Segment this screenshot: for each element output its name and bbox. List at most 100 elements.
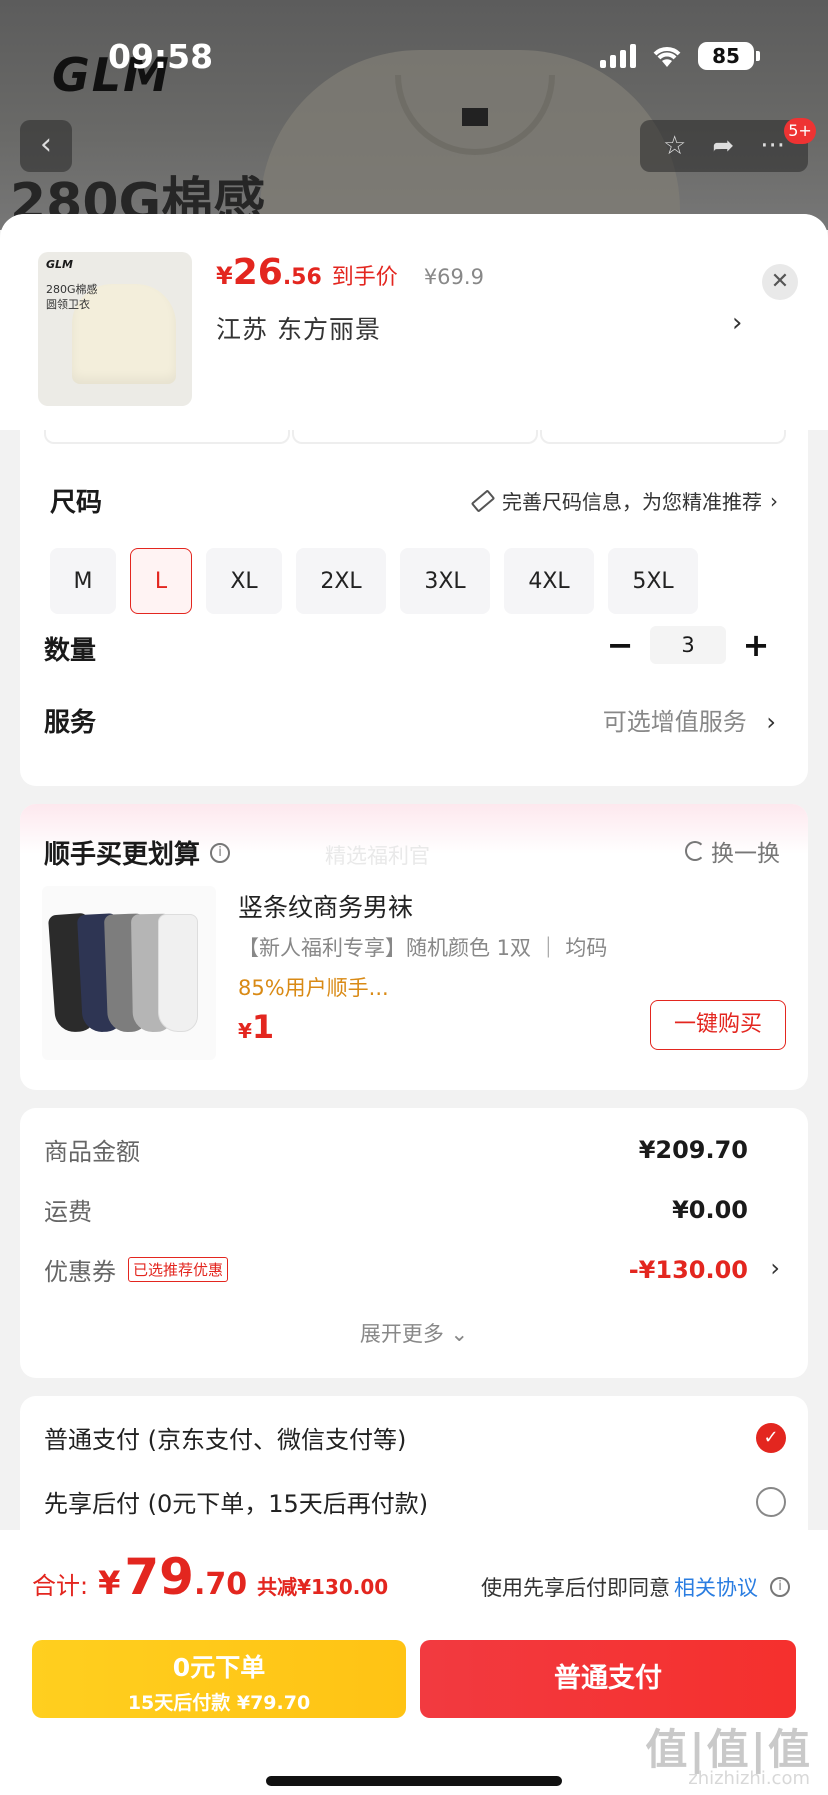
- back-button[interactable]: ‹: [20, 120, 72, 172]
- info-icon[interactable]: i: [770, 1577, 790, 1597]
- size-option-xl[interactable]: XL: [206, 548, 282, 614]
- share-icon[interactable]: ➦: [712, 131, 734, 161]
- agreement-text: 使用先享后付即同意 相关协议 i: [481, 1572, 790, 1602]
- options-card: 尺码 完善尺码信息，为您精准推荐 › M L XL 2XL 3XL 4XL 5X…: [20, 394, 808, 786]
- star-icon[interactable]: ☆: [663, 131, 686, 161]
- size-recommend-link[interactable]: 完善尺码信息，为您精准推荐 ›: [470, 486, 778, 515]
- price-integer: 26: [232, 252, 283, 293]
- size-option-3xl[interactable]: 3XL: [400, 548, 490, 614]
- amount-row-shipping: 运费 ¥0.00: [44, 1192, 748, 1227]
- cross-sell-watermark: 精选福利官: [325, 844, 430, 868]
- agreement-prefix: 使用先享后付即同意: [481, 1576, 670, 1600]
- color-option-peek[interactable]: [44, 428, 290, 444]
- total-integer: 79: [124, 1548, 194, 1606]
- agreement-link[interactable]: 相关协议: [674, 1572, 758, 1602]
- quantity-minus-button[interactable]: −: [606, 626, 634, 664]
- cart-badge: 5+: [784, 118, 816, 144]
- price-label: 到手价: [331, 265, 398, 290]
- chevron-right-icon[interactable]: ›: [770, 1254, 780, 1282]
- size-title: 尺码: [50, 488, 103, 518]
- wifi-icon: [653, 47, 681, 67]
- amount-label: 商品金额: [44, 1138, 140, 1166]
- size-option-m[interactable]: M: [50, 548, 116, 614]
- amount-card: 商品金额 ¥209.70 运费 ¥0.00 优惠券 已选推荐优惠 -¥130.0…: [20, 1108, 808, 1378]
- payment-option-label: 先享后付 (0元下单，15天后再付款): [44, 1490, 429, 1518]
- check-icon[interactable]: ✓: [756, 1422, 786, 1453]
- background-sweater-tag: [462, 108, 488, 126]
- home-indicator: [266, 1776, 562, 1786]
- expand-more-button[interactable]: 展开更多 ⌄: [20, 1318, 808, 1348]
- chevron-right-icon: ›: [770, 488, 778, 513]
- amount-row-goods: 商品金额 ¥209.70: [44, 1132, 748, 1167]
- radio-icon[interactable]: [756, 1486, 786, 1517]
- product-thumbnail: GLM 280G棉感 圆领卫衣: [38, 252, 192, 406]
- size-option-4xl[interactable]: 4XL: [504, 548, 594, 614]
- pay-later-subtitle: 15天后付款 ¥79.70: [127, 1692, 311, 1714]
- pay-later-title: 0元下单: [172, 1653, 266, 1682]
- size-option-5xl[interactable]: 5XL: [608, 548, 698, 614]
- cross-sell-spec: 【新人福利专享】随机颜色 1双 ｜ 均码: [238, 936, 608, 960]
- cross-sell-name[interactable]: 竖条纹商务男袜: [238, 888, 413, 924]
- thumb-logo: GLM: [46, 258, 73, 271]
- battery-icon: 85: [698, 42, 760, 70]
- cross-sell-title: 顺手买更划算 i: [44, 834, 231, 871]
- status-bar: 09:58 85: [0, 30, 828, 82]
- size-hint-text: 完善尺码信息，为您精准推荐: [502, 490, 762, 514]
- coupon-value: -¥130.00: [628, 1255, 748, 1284]
- amount-row-coupon[interactable]: 优惠券 已选推荐优惠 -¥130.00: [44, 1252, 748, 1287]
- ruler-icon: [470, 488, 496, 513]
- original-price: ¥69.9: [423, 265, 484, 289]
- quantity-input[interactable]: 3: [650, 626, 726, 664]
- cross-sell-promo: 85%用户顺手...: [238, 976, 389, 1000]
- price-line: ¥ 26 .56 到手价 ¥69.9: [216, 252, 484, 293]
- amount-value: ¥209.70: [638, 1135, 748, 1164]
- close-icon: ✕: [770, 269, 790, 294]
- top-actions: ☆ ➦ ···: [640, 120, 808, 172]
- cross-sell-price: ¥ 1: [238, 1008, 274, 1046]
- cross-sell-price-symbol: ¥: [238, 1019, 252, 1043]
- pay-later-button[interactable]: 0元下单 15天后付款 ¥79.70: [32, 1640, 406, 1718]
- chevron-left-icon: ‹: [40, 127, 52, 162]
- service-title: 服务: [44, 708, 97, 738]
- total-decimal: .70: [193, 1567, 248, 1602]
- signal-icon: [600, 44, 636, 68]
- amount-value: ¥0.00: [672, 1195, 748, 1224]
- price-decimal: .56: [282, 265, 322, 290]
- size-option-l[interactable]: L: [130, 548, 192, 614]
- product-header: GLM 280G棉感 圆领卫衣 ¥ 26 .56 到手价 ¥69.9 江苏 东方…: [0, 214, 828, 430]
- size-options: M L XL 2XL 3XL 4XL 5XL: [50, 548, 698, 614]
- amount-label: 运费: [44, 1198, 92, 1226]
- color-option-peek[interactable]: [292, 428, 538, 444]
- payment-option-label: 普通支付 (京东支付、微信支付等): [44, 1426, 407, 1454]
- delivery-address[interactable]: 江苏 东方丽景: [216, 310, 381, 346]
- quantity-plus-button[interactable]: +: [742, 626, 770, 664]
- close-button[interactable]: ✕: [762, 264, 798, 300]
- status-icons: 85: [600, 42, 760, 70]
- price-symbol: ¥: [216, 262, 233, 290]
- refresh-icon: [685, 841, 705, 861]
- service-selector[interactable]: 可选增值服务 ›: [603, 702, 776, 737]
- refresh-button[interactable]: 换一换: [685, 834, 780, 868]
- cross-sell-title-text: 顺手买更划算: [44, 840, 201, 870]
- amount-label: 优惠券: [44, 1258, 116, 1286]
- service-value: 可选增值服务: [602, 708, 747, 736]
- info-icon[interactable]: i: [210, 842, 231, 863]
- color-option-peek[interactable]: [540, 428, 786, 444]
- refresh-label: 换一换: [711, 841, 780, 867]
- site-watermark-url: zhizhizhi.com: [688, 1768, 810, 1789]
- thumb-line: 280G棉感: [46, 283, 98, 296]
- coupon-tag: 已选推荐优惠: [128, 1257, 229, 1282]
- sock-white: [158, 914, 198, 1032]
- payment-option-normal[interactable]: 普通支付 (京东支付、微信支付等) ✓: [44, 1420, 786, 1455]
- sock-product-image[interactable]: [42, 886, 216, 1060]
- thumb-line: 圆领卫衣: [46, 298, 90, 311]
- size-option-2xl[interactable]: 2XL: [296, 548, 386, 614]
- quantity-title: 数量: [44, 636, 97, 666]
- normal-pay-button[interactable]: 普通支付: [420, 1640, 796, 1718]
- more-icon[interactable]: ···: [760, 131, 785, 161]
- one-click-buy-button[interactable]: 一键购买: [650, 1000, 786, 1050]
- chevron-right-icon[interactable]: ›: [732, 308, 742, 338]
- payment-option-later[interactable]: 先享后付 (0元下单，15天后再付款): [44, 1484, 786, 1519]
- bottom-bar: 合计: ¥ 79 .70 共减¥130.00 使用先享后付即同意 相关协议 i …: [0, 1530, 828, 1795]
- total-symbol: ¥: [98, 1564, 121, 1602]
